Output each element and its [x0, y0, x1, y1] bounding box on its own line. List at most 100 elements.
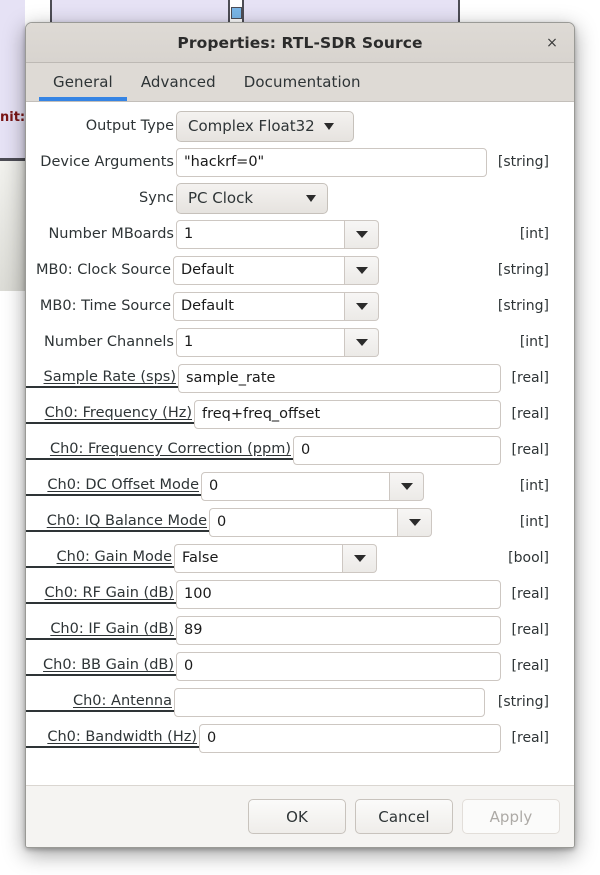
- ok-button[interactable]: OK: [248, 799, 346, 834]
- property-input[interactable]: "hackrf=0": [176, 147, 487, 177]
- property-row: Output Type Complex Float32: [26, 108, 574, 144]
- property-editable-combo: 1: [176, 219, 379, 249]
- property-label: Number MBoards: [48, 226, 174, 242]
- property-row: Sync PC Clock: [26, 180, 574, 216]
- property-control: 0: [176, 651, 504, 681]
- property-control: sample_rate: [178, 363, 504, 393]
- property-input[interactable]: 0: [293, 435, 501, 465]
- property-dropdown-arrow-button[interactable]: [345, 327, 379, 357]
- property-input[interactable]: Default: [173, 255, 345, 285]
- tab-advanced-label: Advanced: [140, 73, 216, 91]
- property-dropdown-button[interactable]: PC Clock: [176, 182, 328, 214]
- property-control: 1: [176, 327, 512, 357]
- property-row: MB0: Time Source Default [string]: [26, 288, 574, 324]
- property-label: Ch0: RF Gain (dB): [26, 585, 176, 604]
- property-input[interactable]: [174, 687, 485, 717]
- tab-advanced[interactable]: Advanced: [127, 63, 230, 101]
- property-editable-combo: 0: [209, 507, 432, 537]
- property-dropdown-button[interactable]: Complex Float32: [176, 110, 354, 142]
- property-control: 1: [176, 219, 512, 249]
- chevron-down-icon: [355, 338, 368, 346]
- property-input[interactable]: sample_rate: [178, 363, 501, 393]
- property-label: Ch0: Bandwidth (Hz): [26, 729, 199, 748]
- property-editable-combo: False: [174, 543, 377, 573]
- property-dropdown-arrow-button[interactable]: [345, 255, 379, 285]
- chevron-down-icon: [355, 230, 368, 238]
- property-type-label: [real]: [511, 586, 549, 602]
- property-dropdown-arrow-button[interactable]: [345, 291, 379, 321]
- property-control: freq+freq_offset: [194, 399, 504, 429]
- close-icon[interactable]: ×: [540, 31, 564, 55]
- property-row: Number MBoards 1 [int]: [26, 216, 574, 252]
- property-dropdown-arrow-button[interactable]: [390, 471, 424, 501]
- property-label: Ch0: Gain Mode: [26, 549, 174, 568]
- property-label: Output Type: [85, 118, 174, 134]
- property-row: Ch0: Gain Mode False [bool]: [26, 540, 574, 576]
- property-row: Ch0: RF Gain (dB) 100 [real]: [26, 576, 574, 612]
- property-dropdown-arrow-button[interactable]: [398, 507, 432, 537]
- property-input[interactable]: 0: [201, 471, 390, 501]
- property-row: Ch0: Frequency Correction (ppm) 0 [real]: [26, 432, 574, 468]
- property-label: Device Arguments: [40, 154, 174, 170]
- tab-documentation-label: Documentation: [243, 73, 361, 91]
- property-dropdown-arrow-button[interactable]: [345, 219, 379, 249]
- property-input[interactable]: 0: [199, 723, 501, 753]
- property-control: 0: [199, 723, 504, 753]
- property-type-label: [real]: [511, 730, 549, 746]
- tab-documentation[interactable]: Documentation: [230, 63, 375, 101]
- property-type-label: [int]: [519, 334, 549, 350]
- chevron-down-icon: [355, 302, 368, 310]
- property-editable-combo: Default: [173, 255, 379, 285]
- property-control: 89: [176, 615, 504, 645]
- flowgraph-shadow-left: [0, 161, 25, 291]
- property-editable-combo: 0: [201, 471, 424, 501]
- property-row: Device Arguments "hackrf=0" [string]: [26, 144, 574, 180]
- property-input[interactable]: 0: [176, 651, 501, 681]
- dialog-titlebar[interactable]: Properties: RTL-SDR Source ×: [26, 23, 574, 63]
- cancel-button-label: Cancel: [378, 807, 430, 826]
- property-type-label: [real]: [511, 622, 549, 638]
- chevron-down-icon: [408, 518, 421, 526]
- tab-general[interactable]: General: [39, 63, 127, 101]
- property-control: False: [174, 543, 500, 573]
- property-control: 0: [293, 435, 504, 465]
- property-label: Ch0: BB Gain (dB): [26, 657, 176, 676]
- property-input[interactable]: 0: [209, 507, 398, 537]
- cancel-button[interactable]: Cancel: [355, 799, 453, 834]
- property-dropdown-arrow-button[interactable]: [343, 543, 377, 573]
- property-input[interactable]: 100: [176, 579, 501, 609]
- flowgraph-block-partial: [0, 0, 25, 160]
- property-row: Ch0: IQ Balance Mode 0 [int]: [26, 504, 574, 540]
- property-control: Complex Float32: [176, 110, 541, 142]
- property-input[interactable]: 1: [176, 327, 345, 357]
- flowgraph-port[interactable]: [231, 7, 242, 19]
- property-label: Ch0: Antenna: [26, 693, 174, 712]
- property-input[interactable]: False: [174, 543, 343, 573]
- property-row: Ch0: Bandwidth (Hz) 0 [real]: [26, 720, 574, 756]
- property-input[interactable]: 1: [176, 219, 345, 249]
- property-control: 0: [209, 507, 512, 537]
- property-row: Sample Rate (sps) sample_rate [real]: [26, 360, 574, 396]
- property-input[interactable]: Default: [173, 291, 345, 321]
- property-control: 100: [176, 579, 504, 609]
- properties-dialog: Properties: RTL-SDR Source × General Adv…: [25, 22, 575, 848]
- chevron-down-icon: [323, 122, 334, 130]
- property-type-label: [real]: [511, 658, 549, 674]
- property-control: [174, 687, 490, 717]
- property-label: MB0: Clock Source: [36, 262, 171, 278]
- property-type-label: [real]: [511, 442, 549, 458]
- property-editable-combo: Default: [173, 291, 379, 321]
- property-row: Ch0: Frequency (Hz) freq+freq_offset [real…: [26, 396, 574, 432]
- property-label: Ch0: Frequency (Hz): [26, 405, 194, 424]
- property-row: MB0: Clock Source Default [string]: [26, 252, 574, 288]
- property-input[interactable]: freq+freq_offset: [194, 399, 501, 429]
- property-input[interactable]: 89: [176, 615, 501, 645]
- dialog-title: Properties: RTL-SDR Source: [177, 33, 423, 52]
- property-type-label: [int]: [519, 226, 549, 242]
- property-row: Ch0: Antenna [string]: [26, 684, 574, 720]
- property-control: Default: [173, 255, 490, 285]
- property-label: MB0: Time Source: [39, 298, 171, 314]
- property-label: Sample Rate (sps): [26, 369, 178, 388]
- property-value: PC Clock: [188, 189, 254, 207]
- property-row: Ch0: IF Gain (dB) 89 [real]: [26, 612, 574, 648]
